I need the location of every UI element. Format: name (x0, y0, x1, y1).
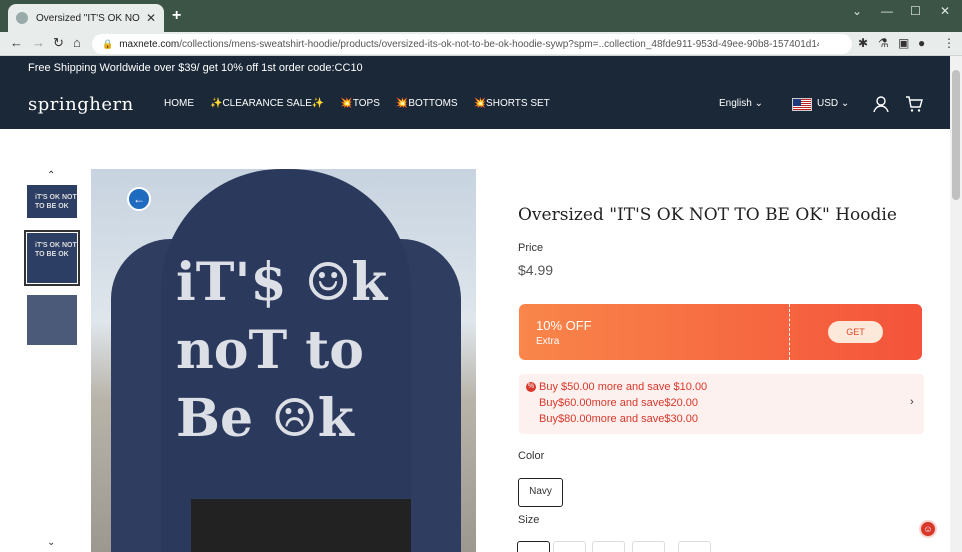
site-header: springhern HOME ✨CLEARANCE SALE✨ 💥TOPS 💥… (0, 80, 950, 129)
size-option[interactable] (632, 541, 665, 552)
chevron-down-icon[interactable]: ⌄ (47, 537, 55, 548)
tab-title: Oversized "IT'S OK NOT TO BE OK" Hoodie (36, 12, 140, 24)
profile-avatar[interactable]: ● (918, 36, 925, 50)
pants (191, 499, 411, 552)
chevron-down-icon: ⌄ (840, 98, 850, 109)
color-option-navy[interactable]: Navy (518, 478, 563, 507)
minimize-icon[interactable]: — (881, 4, 893, 18)
currency-label: USD (817, 98, 839, 109)
menu-item-home[interactable]: HOME (164, 98, 194, 109)
close-tab-icon[interactable]: ✕ (146, 11, 156, 25)
size-option[interactable] (678, 541, 711, 552)
currency-selector[interactable]: USD ⌄ (817, 98, 849, 109)
main-menu: HOME ✨CLEARANCE SALE✨ 💥TOPS 💥BOTTOMS 💥SH… (164, 98, 550, 109)
product-price: $4.99 (518, 262, 554, 278)
url-input[interactable]: 🔒 maxnete.com/collections/mens-sweatshir… (92, 34, 852, 54)
coupon-discount: 10% OFF (536, 318, 592, 333)
road-sign-icon: ← (127, 187, 151, 211)
reload-icon[interactable]: ↻ (53, 35, 64, 51)
language-selector[interactable]: English ⌄ (719, 98, 763, 109)
cart-icon[interactable] (905, 95, 923, 113)
extensions-icon[interactable]: ✱ (858, 36, 868, 50)
lock-icon: 🔒 (102, 38, 114, 49)
browser-tab[interactable]: Oversized "IT'S OK NOT TO BE OK" Hoodie … (8, 4, 164, 32)
chevron-down-icon: ⌄ (754, 98, 763, 109)
site-logo[interactable]: springhern (28, 94, 134, 115)
size-option[interactable] (517, 541, 550, 552)
promo-line: Buy$80.00more and save$30.00 (539, 413, 699, 425)
menu-item-bottoms[interactable]: 💥BOTTOMS (396, 98, 458, 109)
gallery-thumbnail[interactable]: iT'S OK NOT TO BE OK (27, 185, 77, 218)
gallery-thumbnail-selected[interactable]: iT'S OK NOT TO BE OK (24, 230, 80, 286)
color-label: Color (518, 450, 545, 462)
announcement-bar: Free Shipping Worldwide over $39/ get 10… (0, 56, 950, 80)
sidepanel-icon[interactable]: ▣ (898, 36, 909, 50)
tab-search-icon[interactable]: ⌄ (852, 4, 862, 18)
gallery-thumbnail[interactable] (27, 295, 77, 345)
us-flag-icon (792, 98, 812, 111)
promotion-box[interactable]: % Buy $50.00 more and save $10.00 Buy$60.… (519, 374, 924, 434)
menu-icon[interactable]: ⋮ (943, 36, 955, 50)
new-tab-icon[interactable]: + (172, 7, 181, 25)
address-bar-row: ← → ↻ ⌂ 🔒 maxnete.com/collections/mens-s… (0, 32, 962, 56)
print-line: Be ☹k (176, 388, 354, 449)
size-option[interactable] (553, 541, 586, 552)
thumbnail-print: iT'S OK NOT TO BE OK (35, 242, 77, 258)
get-coupon-button[interactable]: GET (828, 321, 883, 343)
url-domain: maxnete.com (119, 38, 180, 50)
account-icon[interactable] (872, 95, 890, 113)
size-label: Size (518, 514, 540, 526)
main-product-image[interactable]: ← iT'$ ☺k noT to Be ☹k (91, 169, 476, 552)
print-line: noT to (176, 320, 364, 381)
hoodie-print: iT'$ ☺k noT to Be ☹k (176, 249, 387, 453)
print-line: iT'$ ☺k (176, 252, 388, 313)
maximize-icon[interactable]: ☐ (910, 4, 921, 18)
coupon-divider (789, 304, 790, 360)
scrollbar-thumb[interactable] (952, 70, 960, 200)
forward-icon[interactable]: → (32, 35, 45, 50)
product-title: Oversized "IT'S OK NOT TO BE OK" Hoodie (518, 205, 897, 225)
menu-item-shorts-set[interactable]: 💥SHORTS SET (474, 98, 550, 109)
home-icon[interactable]: ⌂ (73, 35, 81, 50)
language-label: English (719, 98, 752, 109)
close-window-icon[interactable]: ✕ (940, 4, 950, 18)
chevron-right-icon[interactable]: › (910, 396, 914, 408)
browser-tabbar: Oversized "IT'S OK NOT TO BE OK" Hoodie … (0, 0, 962, 32)
lab-icon[interactable]: ⚗ (878, 36, 889, 50)
menu-item-tops[interactable]: 💥TOPS (340, 98, 380, 109)
promo-line: % Buy $50.00 more and save $10.00 (526, 381, 708, 393)
price-label: Price (518, 242, 544, 254)
thumbnail-print: iT'S OK NOT TO BE OK (35, 194, 77, 210)
page-scrollbar[interactable] (950, 56, 962, 552)
size-option[interactable] (592, 541, 625, 552)
promo-line: Buy$60.00more and save$20.00 (539, 397, 699, 409)
discount-icon: % (526, 382, 536, 393)
url-path: /collections/mens-sweatshirt-hoodie/prod… (179, 38, 820, 50)
chevron-up-icon[interactable]: ⌃ (47, 170, 55, 181)
coupon-card: 10% OFF Extra GET (519, 304, 922, 360)
support-chat-icon[interactable]: ☺ (919, 520, 937, 538)
menu-item-clearance[interactable]: ✨CLEARANCE SALE✨ (210, 98, 324, 109)
coupon-subtitle: Extra (536, 336, 560, 347)
back-icon[interactable]: ← (10, 35, 23, 50)
favicon-icon (16, 12, 28, 24)
